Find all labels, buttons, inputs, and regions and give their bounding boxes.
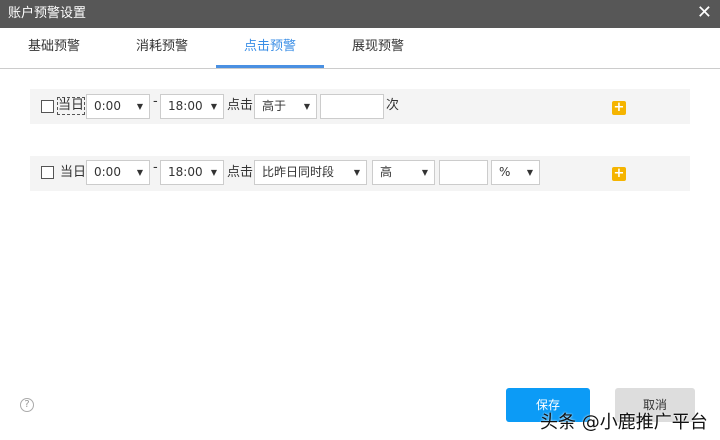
start-value: 0:00 (94, 165, 121, 179)
rule-2-direction-select[interactable]: 高 ▼ (372, 160, 435, 185)
rule-1-metric-label: 点击 (227, 98, 254, 113)
tab-impression[interactable]: 展现预警 (324, 28, 432, 68)
tab-divider (0, 68, 720, 69)
dash: - (153, 94, 158, 109)
compare-value: 高于 (262, 99, 287, 113)
rule-2-value-input[interactable] (439, 160, 488, 185)
rule-1-end-select[interactable]: 18:00 ▼ (160, 94, 224, 119)
unit-value: % (499, 165, 511, 179)
chevron-down-icon: ▼ (136, 102, 143, 111)
rule-1-compare-select[interactable]: 高于 ▼ (254, 94, 317, 119)
watermark: 头条 @小鹿推广平台 (540, 412, 708, 433)
compare-value: 比昨日同时段 (262, 165, 335, 179)
chevron-down-icon: ▼ (421, 168, 428, 177)
tab-click[interactable]: 点击预警 (216, 28, 324, 68)
tab-basic[interactable]: 基础预警 (0, 28, 108, 68)
rule-2-checkbox[interactable] (41, 166, 54, 179)
tab-spend[interactable]: 消耗预警 (108, 28, 216, 68)
rule-1-day-label: 当日 (56, 97, 86, 115)
rule-2-end-select[interactable]: 18:00 ▼ (160, 160, 224, 185)
rule-1-value-input[interactable] (320, 94, 384, 119)
add-rule-1-icon[interactable]: + (612, 101, 626, 115)
rule-1-start-select[interactable]: 0:00 ▼ (86, 94, 150, 119)
dash: - (153, 160, 158, 175)
help-icon[interactable]: ? (20, 398, 34, 412)
add-rule-2-icon[interactable]: + (612, 167, 626, 181)
chevron-down-icon: ▼ (303, 102, 310, 111)
start-value: 0:00 (94, 99, 121, 113)
chevron-down-icon: ▼ (210, 102, 217, 111)
rule-2-day-label: 当日 (60, 165, 87, 180)
close-icon[interactable]: ✕ (697, 3, 712, 23)
chevron-down-icon: ▼ (526, 168, 533, 177)
rule-1-checkbox[interactable] (41, 100, 54, 113)
rule-1-unit: 次 (386, 98, 400, 113)
rule-2-start-select[interactable]: 0:00 ▼ (86, 160, 150, 185)
chevron-down-icon: ▼ (210, 168, 217, 177)
window-titlebar: 账户预警设置 (0, 0, 720, 28)
direction-value: 高 (380, 165, 393, 179)
chevron-down-icon: ▼ (136, 168, 143, 177)
end-value: 18:00 (168, 99, 203, 113)
rule-2-unit-select[interactable]: % ▼ (491, 160, 540, 185)
rule-2-compare-select[interactable]: 比昨日同时段 ▼ (254, 160, 367, 185)
chevron-down-icon: ▼ (353, 168, 360, 177)
window-title: 账户预警设置 (8, 6, 87, 21)
end-value: 18:00 (168, 165, 203, 179)
rule-2-metric-label: 点击 (227, 165, 254, 180)
